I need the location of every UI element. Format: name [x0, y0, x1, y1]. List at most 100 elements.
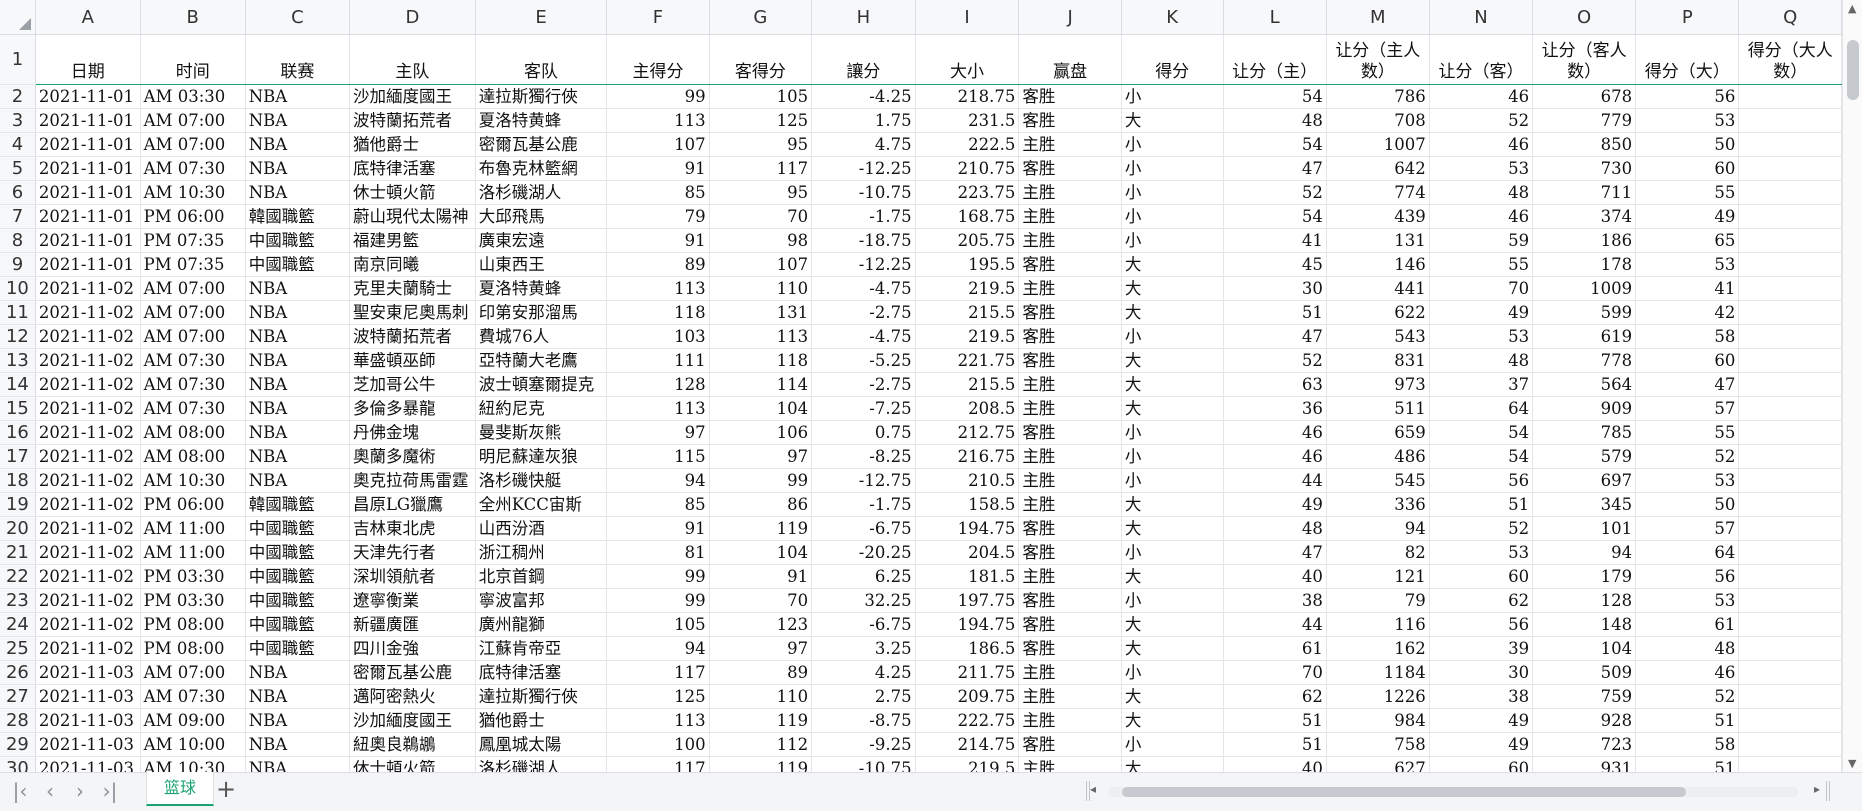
cell[interactable]: 底特律活塞: [475, 660, 608, 685]
cell[interactable]: 70: [1223, 660, 1327, 685]
cell[interactable]: 47: [1635, 372, 1740, 397]
cell[interactable]: 678: [1532, 84, 1637, 109]
cell[interactable]: 0.75: [811, 420, 916, 445]
cell[interactable]: -8.75: [811, 708, 916, 733]
cell[interactable]: 831: [1326, 348, 1430, 373]
cell[interactable]: AM 07:30: [140, 372, 246, 397]
cell[interactable]: 215.5: [915, 372, 1020, 397]
row-number[interactable]: 2: [0, 84, 36, 109]
cell[interactable]: 55: [1429, 252, 1534, 277]
cell[interactable]: 70: [709, 588, 813, 613]
cell[interactable]: -12.25: [811, 156, 916, 181]
cell[interactable]: -20.25: [811, 540, 916, 565]
cell[interactable]: 118: [606, 300, 710, 325]
cell[interactable]: 吉林東北虎: [349, 516, 476, 541]
cell[interactable]: 達拉斯獨行俠: [475, 84, 608, 109]
cell[interactable]: [1738, 492, 1842, 517]
cell[interactable]: AM 09:00: [140, 708, 246, 733]
cell[interactable]: 2021-11-03: [35, 708, 141, 733]
cell[interactable]: 85: [606, 180, 710, 205]
cell[interactable]: 564: [1532, 372, 1637, 397]
cell[interactable]: 209.75: [915, 684, 1020, 709]
cell[interactable]: 105: [606, 612, 710, 637]
cell[interactable]: 599: [1532, 300, 1637, 325]
cell[interactable]: 49: [1429, 300, 1534, 325]
cell[interactable]: 2021-11-03: [35, 684, 141, 709]
cell[interactable]: 中國職籃: [245, 228, 350, 253]
cell[interactable]: 聖安東尼奧馬刺: [349, 300, 476, 325]
cell[interactable]: 遼寧衡業: [349, 588, 476, 613]
cell[interactable]: AM 10:30: [140, 756, 246, 772]
cell[interactable]: 208.5: [915, 396, 1020, 421]
cell[interactable]: 波特蘭拓荒者: [349, 324, 476, 349]
cell[interactable]: 97: [606, 420, 710, 445]
cell[interactable]: 客胜: [1018, 588, 1122, 613]
cell[interactable]: NBA: [245, 396, 350, 421]
header-cell[interactable]: 赢盘: [1018, 34, 1122, 85]
cell[interactable]: -6.75: [811, 516, 916, 541]
cell[interactable]: 94: [606, 468, 710, 493]
cell[interactable]: 客胜: [1018, 516, 1122, 541]
cell[interactable]: 178: [1532, 252, 1637, 277]
cell[interactable]: 131: [709, 300, 813, 325]
cell[interactable]: 107: [709, 252, 813, 277]
cell[interactable]: 205.75: [915, 228, 1020, 253]
cell[interactable]: 主胜: [1018, 276, 1122, 301]
cell[interactable]: 2.75: [811, 684, 916, 709]
cell[interactable]: 小: [1121, 180, 1224, 205]
cell[interactable]: 117: [709, 156, 813, 181]
cell[interactable]: 主胜: [1018, 396, 1122, 421]
cell[interactable]: 38: [1223, 588, 1327, 613]
cell[interactable]: 北京首鋼: [475, 564, 608, 589]
column-header[interactable]: D: [349, 0, 476, 35]
cell[interactable]: 622: [1326, 300, 1430, 325]
cell[interactable]: -1.75: [811, 492, 916, 517]
cell[interactable]: 51: [1635, 756, 1740, 772]
cell[interactable]: 猶他爵士: [349, 132, 476, 157]
cell[interactable]: -4.75: [811, 324, 916, 349]
cell[interactable]: 客胜: [1018, 84, 1122, 109]
row-number[interactable]: 16: [0, 420, 36, 445]
cell[interactable]: 52: [1429, 108, 1534, 133]
cell[interactable]: 48: [1429, 348, 1534, 373]
cell[interactable]: 奧克拉荷馬雷霆: [349, 468, 476, 493]
cell[interactable]: 中國職籃: [245, 612, 350, 637]
header-cell[interactable]: 时间: [140, 34, 246, 85]
cell[interactable]: [1738, 372, 1842, 397]
cell[interactable]: 2021-11-02: [35, 276, 141, 301]
cell[interactable]: 642: [1326, 156, 1430, 181]
cell[interactable]: 107: [606, 132, 710, 157]
cell[interactable]: 52: [1223, 180, 1327, 205]
cell[interactable]: [1738, 156, 1842, 181]
cell[interactable]: 36: [1223, 396, 1327, 421]
cell[interactable]: 106: [709, 420, 813, 445]
row-number[interactable]: 14: [0, 372, 36, 397]
column-header[interactable]: A: [35, 0, 141, 35]
cell[interactable]: 中國職籃: [245, 252, 350, 277]
cell[interactable]: PM 03:30: [140, 564, 246, 589]
cell[interactable]: 99: [606, 84, 710, 109]
row-number[interactable]: 10: [0, 276, 36, 301]
cell[interactable]: 219.5: [915, 324, 1020, 349]
cell[interactable]: 主胜: [1018, 444, 1122, 469]
header-cell[interactable]: 得分（大）: [1635, 34, 1740, 85]
cell[interactable]: AM 08:00: [140, 444, 246, 469]
cell[interactable]: 福建男籃: [349, 228, 476, 253]
cell[interactable]: NBA: [245, 468, 350, 493]
cell[interactable]: 99: [606, 564, 710, 589]
cell[interactable]: [1738, 660, 1842, 685]
cell[interactable]: 158.5: [915, 492, 1020, 517]
cell[interactable]: 509: [1532, 660, 1637, 685]
cell[interactable]: 2021-11-02: [35, 492, 141, 517]
cell[interactable]: 931: [1532, 756, 1637, 772]
cell[interactable]: AM 10:30: [140, 180, 246, 205]
cell[interactable]: 439: [1326, 204, 1430, 229]
cell[interactable]: NBA: [245, 660, 350, 685]
cell[interactable]: 曼斐斯灰熊: [475, 420, 608, 445]
cell[interactable]: 48: [1223, 108, 1327, 133]
cell[interactable]: 1226: [1326, 684, 1430, 709]
cell[interactable]: 785: [1532, 420, 1637, 445]
cell[interactable]: 53: [1635, 108, 1740, 133]
cell[interactable]: PM 06:00: [140, 204, 246, 229]
cell[interactable]: 廣東宏遠: [475, 228, 608, 253]
